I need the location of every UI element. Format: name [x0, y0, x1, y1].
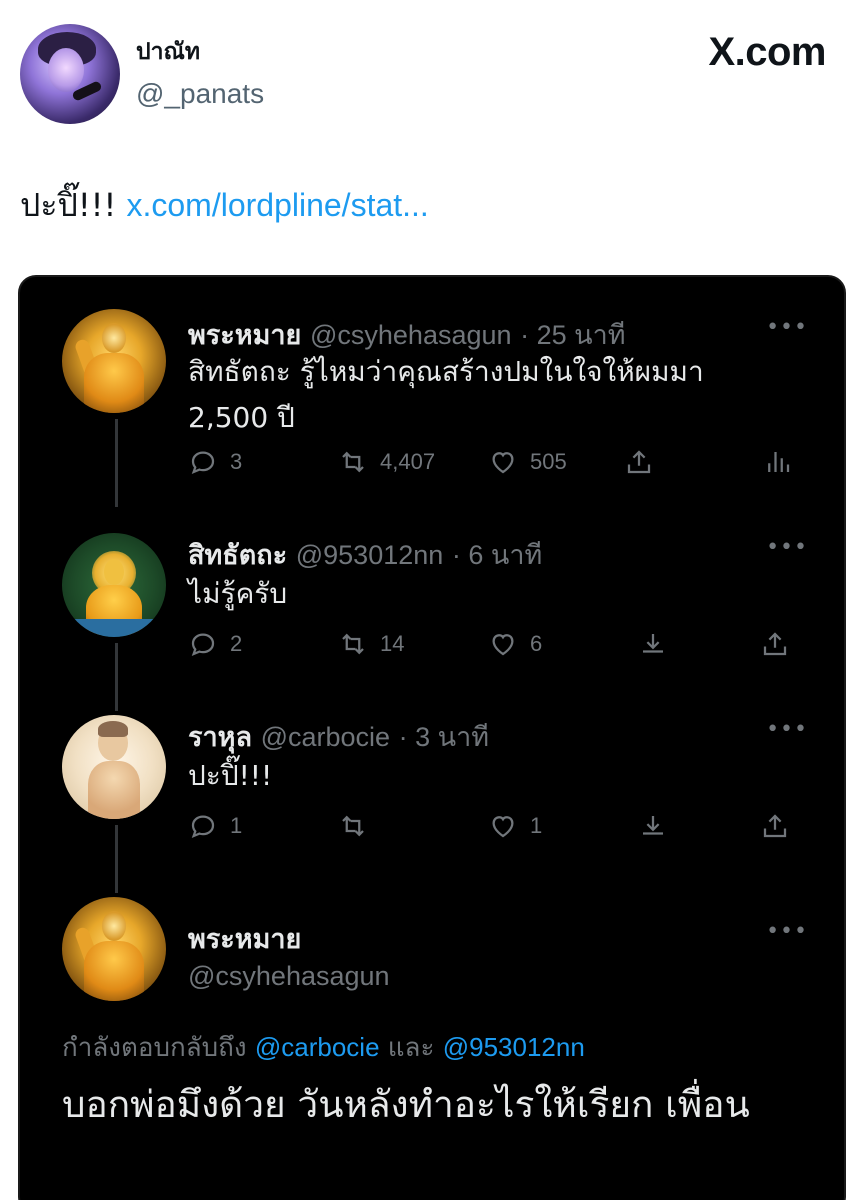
more-icon[interactable]: ••• — [766, 315, 808, 340]
retweet-count: 4,407 — [380, 449, 436, 474]
tweet-body-line: สิทธัตถะ รู้ไหมว่าคุณสร้างปมในใจให้ผมมา — [188, 355, 704, 388]
tweet-body: ปะปิ๊!!! — [188, 759, 273, 792]
tweet-body: บอกพ่อมึงด้วย วันหลังทำอะไรให้เรียก เพื่… — [62, 1083, 750, 1126]
like-count: 1 — [530, 813, 543, 838]
more-icon[interactable]: ••• — [766, 535, 808, 560]
reply-count: 3 — [230, 449, 243, 474]
mention-link[interactable]: @carbocie — [255, 1032, 380, 1062]
retweet-button[interactable]: 14 — [338, 629, 404, 659]
avatar-head — [102, 911, 126, 941]
reply-icon — [191, 633, 215, 656]
thread-line — [115, 643, 118, 711]
tweet-body: ไม่รู้ครับ — [188, 577, 288, 610]
author-name[interactable]: สิทธัตถะ — [188, 540, 287, 571]
download-icon — [643, 816, 663, 835]
avatar-head — [104, 559, 124, 585]
embedded-thread-screenshot: พระหมาย @csyhehasagun · 25 นาที ••• สิทธ… — [18, 275, 846, 1200]
retweet-icon — [342, 815, 364, 837]
tweet-actions: 3 4,407 505 — [188, 447, 808, 487]
download-button[interactable] — [638, 811, 680, 841]
tweet-body: สิทธัตถะ รู้ไหมว่าคุณสร้างปมในใจให้ผมมา … — [188, 349, 704, 441]
retweet-icon — [342, 633, 364, 655]
tweet-link[interactable]: x.com/lordpline/stat... — [126, 187, 428, 223]
tweet-header: พระหมาย — [188, 917, 301, 960]
retweet-icon — [342, 451, 364, 473]
share-icon — [627, 450, 651, 474]
retweet-button[interactable] — [338, 811, 380, 841]
more-icon[interactable]: ••• — [766, 919, 808, 944]
avatar[interactable] — [62, 309, 166, 413]
reply-button[interactable]: 2 — [188, 629, 242, 659]
like-icon — [492, 634, 514, 656]
author-name[interactable]: พระหมาย — [188, 924, 301, 955]
share-button[interactable] — [624, 447, 666, 477]
reply-icon — [191, 815, 215, 838]
share-button[interactable] — [760, 629, 802, 659]
analytics-icon — [768, 452, 790, 472]
share-button[interactable] — [760, 811, 802, 841]
reply-count: 2 — [230, 631, 243, 656]
share-icon — [763, 814, 787, 838]
more-icon[interactable]: ••• — [766, 717, 808, 742]
avatar[interactable] — [62, 533, 166, 637]
like-count: 6 — [530, 631, 543, 656]
tweet-actions: 1 1 — [188, 811, 808, 851]
replying-to-connector: และ — [379, 1033, 443, 1063]
avatar-body — [84, 353, 144, 413]
thread-line — [115, 825, 118, 893]
author-name[interactable]: ปาณัท — [136, 34, 200, 70]
like-count: 505 — [530, 449, 567, 474]
author-handle[interactable]: @_panats — [136, 78, 264, 110]
avatar-water — [62, 619, 166, 637]
tweet-header: ราหุล @carbocie · 3 นาที — [188, 715, 489, 758]
replying-to: กำลังตอบกลับถึง @carbocie และ @953012nn — [62, 1027, 585, 1068]
timestamp[interactable]: · 25 นาที — [520, 320, 625, 350]
avatar-face — [48, 48, 84, 92]
like-icon — [492, 452, 514, 474]
tweet-text-body: ปะปิ๊!!! — [20, 186, 127, 224]
author-name[interactable]: ราหุล — [188, 722, 252, 753]
avatar[interactable] — [62, 715, 166, 819]
avatar-body — [84, 941, 144, 1001]
reply-button[interactable]: 3 — [188, 447, 242, 477]
avatar[interactable] — [62, 897, 166, 1001]
reply-count: 1 — [230, 813, 243, 838]
like-icon — [492, 816, 514, 838]
avatar-hair — [98, 721, 128, 737]
tweet-actions: 2 14 6 — [188, 629, 808, 669]
thread-line — [115, 419, 118, 507]
tweet-text: ปะปิ๊!!! x.com/lordpline/stat... — [20, 180, 429, 231]
reply-button[interactable]: 1 — [188, 811, 242, 841]
author-name[interactable]: พระหมาย — [188, 320, 301, 351]
download-icon — [643, 634, 663, 653]
tweet-handle-line: @csyhehasagun — [188, 961, 390, 992]
retweet-button[interactable]: 4,407 — [338, 447, 435, 477]
download-button[interactable] — [638, 629, 680, 659]
like-button[interactable]: 505 — [488, 447, 567, 477]
timestamp[interactable]: · 3 นาที — [399, 722, 489, 752]
like-button[interactable]: 1 — [488, 811, 542, 841]
brand-logo: X.com — [708, 30, 826, 74]
avatar[interactable] — [20, 24, 120, 124]
timestamp[interactable]: · 6 นาที — [452, 540, 542, 570]
author-handle[interactable]: @csyhehasagun — [310, 320, 512, 350]
share-icon — [763, 632, 787, 656]
author-handle[interactable]: @csyhehasagun — [188, 961, 390, 991]
author-handle[interactable]: @953012nn — [296, 540, 444, 570]
mention-link[interactable]: @953012nn — [443, 1032, 585, 1062]
tweet-header: สิทธัตถะ @953012nn · 6 นาที — [188, 533, 542, 576]
analytics-button[interactable] — [763, 447, 805, 477]
reply-icon — [191, 451, 215, 474]
retweet-count: 14 — [380, 631, 405, 656]
replying-to-prefix: กำลังตอบกลับถึง — [62, 1033, 255, 1063]
avatar-head — [102, 323, 126, 353]
tweet-body-line: 2,500 ปี — [188, 401, 295, 434]
like-button[interactable]: 6 — [488, 629, 542, 659]
avatar-body — [88, 761, 140, 819]
author-handle[interactable]: @carbocie — [261, 722, 390, 752]
